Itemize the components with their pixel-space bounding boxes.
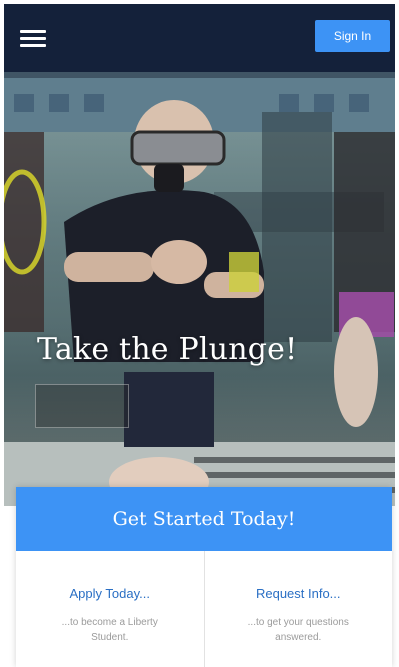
hero-title: Take the Plunge! bbox=[37, 332, 298, 367]
apply-description: ...to become a Liberty Student. bbox=[61, 617, 158, 643]
request-info-option: Request Info... ...to get your questions… bbox=[203, 551, 393, 667]
sign-in-button[interactable]: Sign In bbox=[315, 20, 390, 52]
hero-underwater-photo bbox=[4, 72, 395, 506]
top-nav-bar: Sign In bbox=[4, 4, 395, 72]
hero-banner: Take the Plunge! bbox=[4, 72, 395, 506]
get-started-title: Get Started Today! bbox=[16, 487, 392, 551]
hero-play-overlay bbox=[35, 384, 129, 428]
apply-today-link[interactable]: Apply Today... bbox=[70, 586, 150, 601]
get-started-options: Apply Today... ...to become a Liberty St… bbox=[16, 551, 392, 667]
hamburger-menu-icon[interactable] bbox=[18, 26, 48, 50]
request-info-link[interactable]: Request Info... bbox=[256, 586, 341, 601]
get-started-card: Get Started Today! Apply Today... ...to … bbox=[16, 487, 392, 667]
request-info-description: ...to get your questions answered. bbox=[247, 617, 349, 643]
apply-option: Apply Today... ...to become a Liberty St… bbox=[16, 551, 204, 667]
